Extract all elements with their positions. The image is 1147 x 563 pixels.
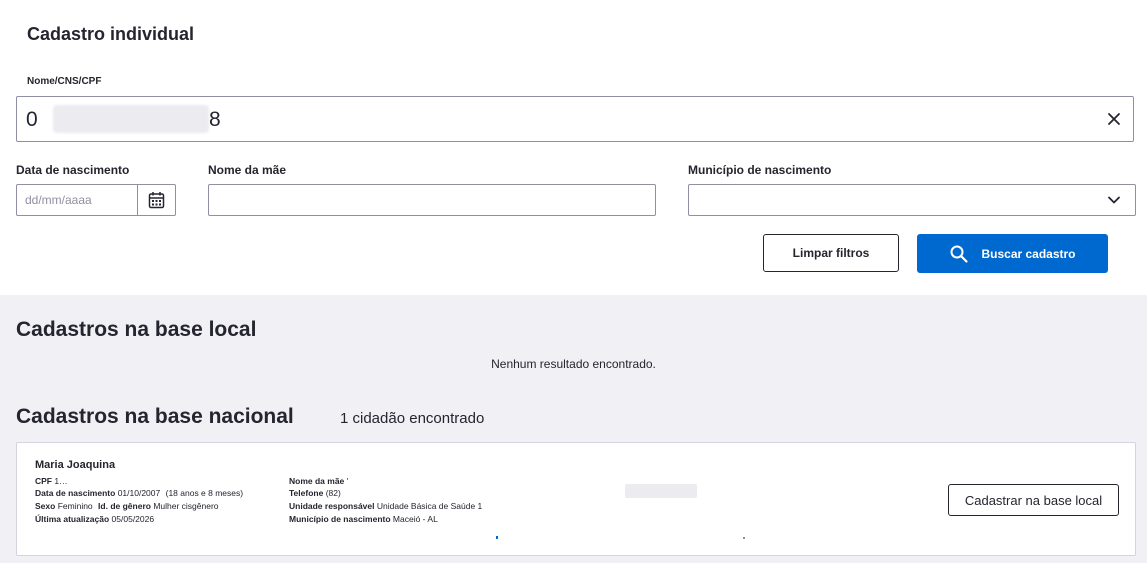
national-results-title: Cadastros na base nacional (16, 405, 294, 428)
birth-city-label: Município de nascimento (688, 163, 832, 177)
result-card: Maria Joaquina CPF 1… Data de nascimento… (16, 442, 1136, 556)
redacted-value (53, 105, 209, 133)
unit-label: Unidade responsável (289, 501, 375, 511)
birth-value: 01/10/2007 (117, 488, 161, 498)
page-title: Cadastro individual (27, 24, 195, 44)
dropdown-button[interactable] (1093, 185, 1135, 215)
sex-row: Sexo Feminino Id. de gênero Mulher cisgê… (35, 501, 219, 511)
unit-row: Unidade responsável Unidade Básica de Sa… (289, 501, 482, 511)
gender-value: Mulher cisgênero (153, 501, 219, 511)
cpf-value: 1… (54, 476, 68, 486)
gender-label: Id. de gênero (98, 501, 151, 511)
search-input[interactable]: 0 8 (16, 96, 1134, 142)
updated-row: Última atualização 05/05/2026 (35, 514, 154, 524)
phone-label: Telefone (289, 488, 324, 498)
mother-value: ' (346, 476, 349, 486)
birth-date-placeholder: dd/mm/aaaa (25, 193, 92, 207)
calendar-icon (148, 192, 165, 209)
birth-city-select[interactable] (688, 184, 1136, 216)
sex-value: Feminino (57, 501, 93, 511)
updated-value: 05/05/2026 (111, 514, 155, 524)
phone-row: Telefone (82) (289, 488, 341, 498)
national-results-count: 1 cidadão encontrado (340, 410, 485, 427)
cpf-row: CPF 1… (35, 476, 68, 486)
calendar-button[interactable] (137, 185, 175, 215)
sex-label: Sexo (35, 501, 56, 511)
phone-value: (82) (325, 488, 341, 498)
search-field-label: Nome/CNS/CPF (27, 76, 102, 87)
tick-mark (496, 536, 498, 539)
clear-filters-label: Limpar filtros (792, 246, 870, 260)
register-local-button[interactable]: Cadastrar na base local (948, 484, 1119, 516)
citizen-name: Maria Joaquina (35, 459, 116, 471)
mother-name-label: Nome da mãe (208, 163, 287, 177)
city-label: Município de nascimento (289, 514, 391, 524)
close-icon[interactable] (1105, 110, 1123, 128)
search-button-label: Buscar cadastro (981, 246, 1076, 261)
search-value-end: 8 (209, 108, 221, 131)
register-local-label: Cadastrar na base local (964, 492, 1103, 508)
unit-value: Unidade Básica de Saúde 1 (376, 501, 483, 511)
mother-name-input[interactable] (208, 184, 656, 216)
search-icon (950, 245, 969, 263)
updated-label: Última atualização (35, 514, 110, 524)
local-empty-message: Nenhum resultado encontrado. (491, 357, 656, 371)
birth-row: Data de nascimento 01/10/2007 (18 anos e… (35, 488, 243, 498)
local-results-title: Cadastros na base local (16, 318, 257, 341)
search-button[interactable]: Buscar cadastro (917, 234, 1108, 273)
birth-date-input[interactable]: dd/mm/aaaa (16, 184, 176, 216)
cpf-label: CPF (35, 476, 52, 486)
clear-filters-button[interactable]: Limpar filtros (763, 234, 899, 272)
chevron-down-icon (1108, 196, 1120, 204)
mother-label: Nome da mãe (289, 476, 345, 486)
search-value-start: 0 (26, 108, 39, 131)
search-form: Cadastro individual Nome/CNS/CPF 0 8 Dat… (0, 0, 1147, 295)
city-value: Maceió - AL (392, 514, 438, 524)
birth-label: Data de nascimento (35, 488, 116, 498)
redacted-field (625, 484, 697, 498)
city-row: Município de nascimento Maceió - AL (289, 514, 438, 524)
birth-date-label: Data de nascimento (16, 163, 130, 177)
mother-row: Nome da mãe ' (289, 476, 348, 486)
age-value: (18 anos e 8 meses) (165, 488, 244, 498)
tick-mark (743, 537, 745, 539)
